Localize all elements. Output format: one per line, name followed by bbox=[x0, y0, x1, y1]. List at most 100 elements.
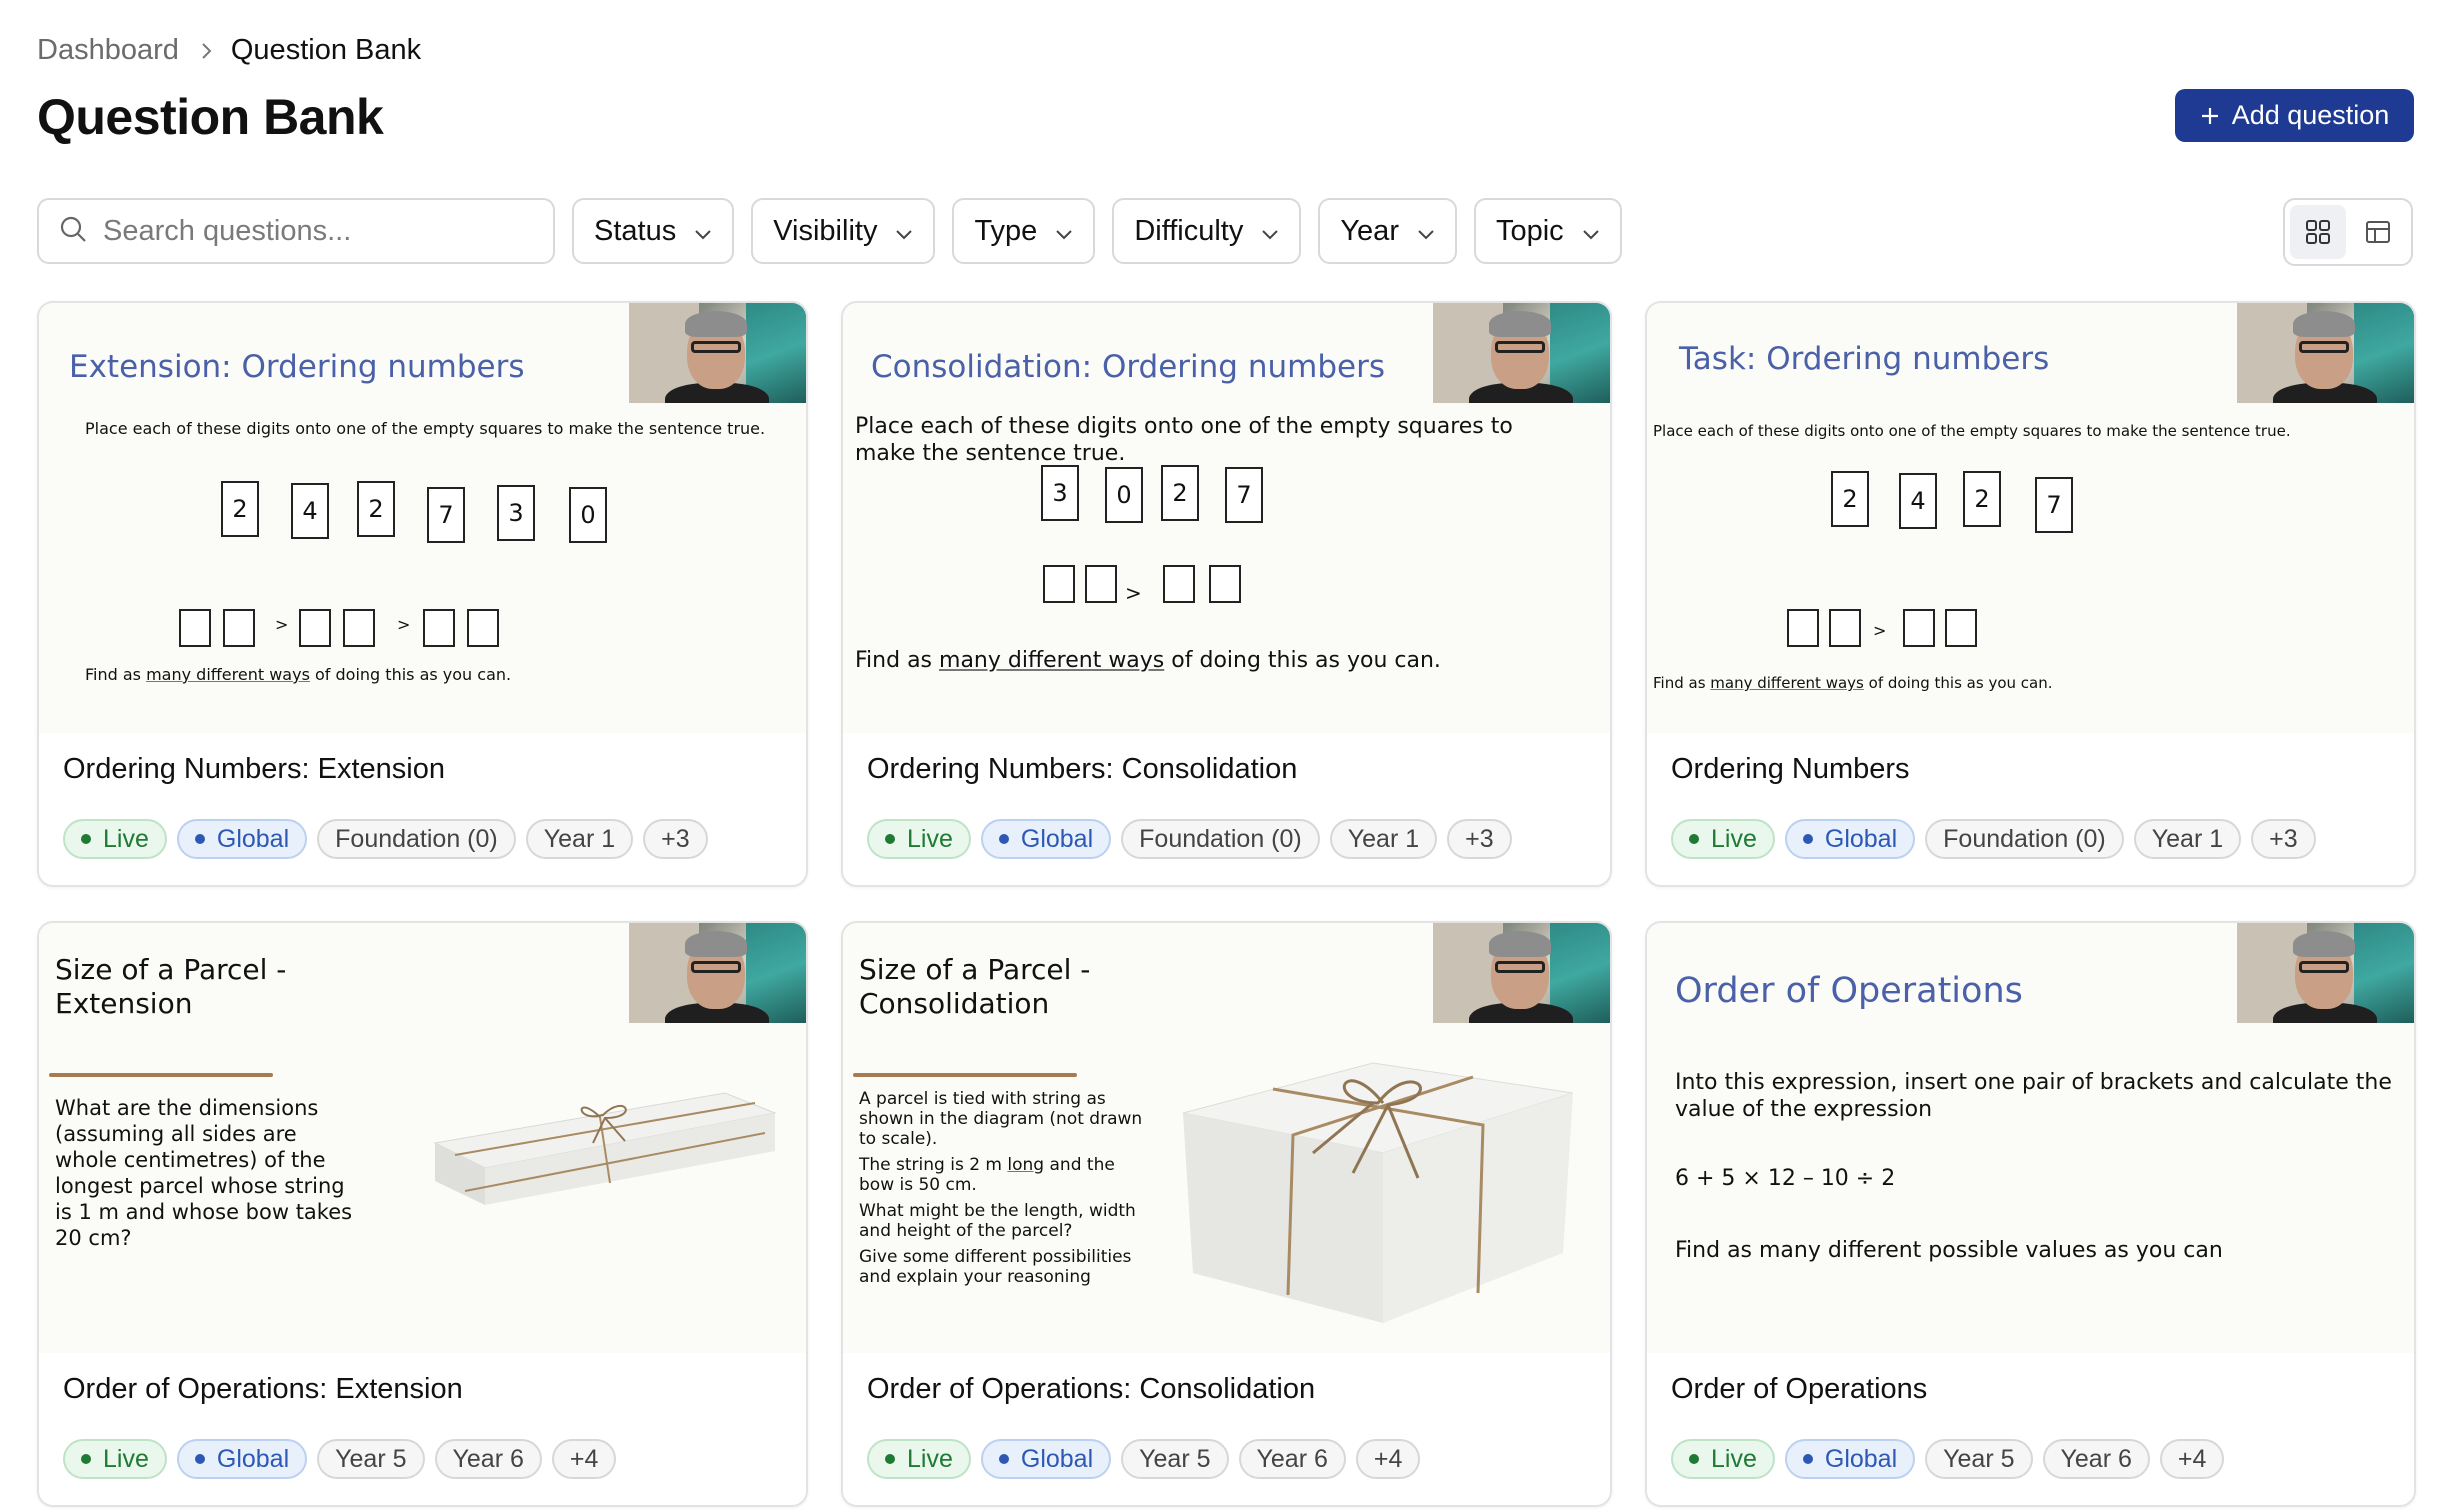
status-badge: Live bbox=[63, 819, 167, 859]
add-question-button[interactable]: Add question bbox=[2175, 89, 2414, 142]
tag-list: Live Global Foundation (0) Year 1 +3 bbox=[867, 819, 1512, 859]
digit-card: 2 bbox=[357, 481, 395, 537]
digit-card: 7 bbox=[1225, 467, 1263, 523]
slide-heading: Size of a Parcel - Extension bbox=[55, 953, 287, 1020]
empty-square bbox=[1787, 609, 1819, 647]
more-tags-badge[interactable]: +4 bbox=[551, 1439, 617, 1479]
more-tags-badge[interactable]: +4 bbox=[1355, 1439, 1421, 1479]
chevron-down-icon bbox=[1582, 215, 1600, 248]
presenter-webcam bbox=[1433, 303, 1610, 403]
filter-difficulty[interactable]: Difficulty bbox=[1112, 198, 1302, 264]
filter-visibility-label: Visibility bbox=[773, 214, 878, 247]
visibility-badge: Global bbox=[176, 1439, 308, 1479]
question-card[interactable]: Extension: Ordering numbers Place each o… bbox=[37, 301, 808, 887]
filter-year[interactable]: Year bbox=[1318, 198, 1457, 264]
card-title: Ordering Numbers bbox=[1671, 753, 1910, 785]
tag-list: Live Global Year 5 Year 6 +4 bbox=[63, 1439, 617, 1479]
filter-status[interactable]: Status bbox=[572, 198, 735, 264]
presenter-webcam bbox=[2237, 923, 2414, 1023]
search-box[interactable] bbox=[37, 198, 555, 264]
grid-view-icon[interactable] bbox=[2290, 205, 2346, 259]
breadcrumb-current: Question Bank bbox=[230, 34, 422, 66]
question-card[interactable]: Task: Ordering numbers Place each of the… bbox=[1645, 301, 2416, 887]
filter-year-label: Year bbox=[1340, 214, 1399, 247]
greater-than-sign: > bbox=[397, 615, 411, 634]
year-badge: Foundation (0) bbox=[1925, 819, 2124, 859]
slide-instruction: Place each of these digits onto one of t… bbox=[855, 414, 1513, 466]
greater-than-sign: > bbox=[1125, 581, 1142, 605]
year-badge: Year 1 bbox=[1329, 819, 1438, 859]
greater-than-sign: > bbox=[1873, 621, 1887, 640]
year-badge: Year 5 bbox=[1121, 1439, 1229, 1479]
more-tags-badge[interactable]: +3 bbox=[643, 819, 708, 859]
question-card[interactable]: Order of Operations Into this expression… bbox=[1645, 921, 2416, 1507]
filter-visibility[interactable]: Visibility bbox=[751, 198, 936, 264]
empty-square bbox=[1163, 565, 1195, 603]
more-tags-badge[interactable]: +3 bbox=[2251, 819, 2316, 859]
slide-thumbnail: Size of a Parcel - Consolidation A parcel… bbox=[843, 923, 1610, 1353]
slide-footer: Find as many different ways of doing thi… bbox=[855, 648, 1441, 673]
year-badge: Foundation (0) bbox=[1121, 819, 1320, 859]
filter-topic-label: Topic bbox=[1495, 214, 1564, 247]
card-title: Ordering Numbers: Extension bbox=[63, 753, 445, 785]
digit-card: 0 bbox=[569, 487, 607, 543]
empty-square bbox=[1829, 609, 1861, 647]
question-card[interactable]: Size of a Parcel - Extension What are the… bbox=[37, 921, 808, 1507]
status-badge: Live bbox=[1671, 819, 1775, 859]
digit-card: 7 bbox=[427, 487, 465, 543]
card-title: Ordering Numbers: Consolidation bbox=[867, 753, 1298, 785]
greater-than-sign: > bbox=[275, 615, 289, 634]
tag-list: Live Global Year 5 Year 6 +4 bbox=[867, 1439, 1421, 1479]
breadcrumb-dashboard-link[interactable]: Dashboard bbox=[37, 34, 179, 67]
page-title: Question Bank bbox=[37, 89, 384, 145]
presenter-webcam bbox=[629, 923, 806, 1023]
question-card[interactable]: Size of a Parcel - Consolidation A parcel… bbox=[841, 921, 1612, 1507]
visibility-badge: Global bbox=[176, 819, 308, 859]
parcel-image bbox=[433, 1092, 777, 1205]
tag-list: Live Global Foundation (0) Year 1 +3 bbox=[1671, 819, 2316, 859]
question-card[interactable]: Consolidation: Ordering numbers Place ea… bbox=[841, 301, 1612, 887]
year-badge: Year 1 bbox=[525, 819, 634, 859]
filter-status-label: Status bbox=[594, 214, 677, 247]
heading-rule bbox=[49, 1073, 273, 1077]
empty-square bbox=[1209, 565, 1241, 603]
more-tags-badge[interactable]: +4 bbox=[2159, 1439, 2225, 1479]
slide-heading: Task: Ordering numbers bbox=[1679, 341, 2050, 377]
search-input[interactable] bbox=[103, 214, 523, 248]
year-badge: Year 6 bbox=[2042, 1439, 2150, 1479]
slide-thumbnail: Task: Ordering numbers Place each of the… bbox=[1647, 303, 2414, 733]
digit-card: 3 bbox=[497, 485, 535, 541]
chevron-down-icon bbox=[1055, 215, 1073, 248]
slide-body: What are the dimensions (assuming all si… bbox=[55, 1096, 353, 1250]
chevron-down-icon bbox=[1261, 215, 1279, 248]
digit-card: 2 bbox=[1831, 471, 1869, 527]
table-view-icon[interactable] bbox=[2350, 205, 2406, 259]
slide-instruction: Into this expression, insert one pair of… bbox=[1675, 1070, 2392, 1122]
digit-card: 2 bbox=[1161, 465, 1199, 521]
slide-footer: Find as many different possible values a… bbox=[1675, 1238, 2223, 1263]
more-tags-badge[interactable]: +3 bbox=[1447, 819, 1512, 859]
slide-instruction: Place each of these digits onto one of t… bbox=[1653, 422, 2291, 440]
card-title: Order of Operations: Extension bbox=[63, 1373, 463, 1405]
digit-card: 3 bbox=[1041, 465, 1079, 521]
slide-thumbnail: Consolidation: Ordering numbers Place ea… bbox=[843, 303, 1610, 733]
digit-card: 2 bbox=[221, 481, 259, 537]
digit-card: 0 bbox=[1105, 467, 1143, 523]
slide-thumbnail: Order of Operations Into this expression… bbox=[1647, 923, 2414, 1353]
year-badge: Year 5 bbox=[1925, 1439, 2033, 1479]
digit-card: 2 bbox=[1963, 471, 2001, 527]
card-title: Order of Operations: Consolidation bbox=[867, 1373, 1316, 1405]
empty-square bbox=[1903, 609, 1935, 647]
tag-list: Live Global Foundation (0) Year 1 +3 bbox=[63, 819, 708, 859]
filter-type[interactable]: Type bbox=[952, 198, 1096, 264]
card-title: Order of Operations bbox=[1671, 1373, 1928, 1405]
filter-difficulty-label: Difficulty bbox=[1134, 214, 1244, 247]
empty-square bbox=[343, 609, 375, 647]
empty-square bbox=[423, 609, 455, 647]
empty-square bbox=[1085, 565, 1117, 603]
slide-footer: Find as many different ways of doing thi… bbox=[85, 665, 512, 684]
chevron-down-icon bbox=[694, 215, 712, 248]
empty-square bbox=[179, 609, 211, 647]
heading-rule bbox=[853, 1073, 1077, 1077]
filter-topic[interactable]: Topic bbox=[1473, 198, 1622, 264]
